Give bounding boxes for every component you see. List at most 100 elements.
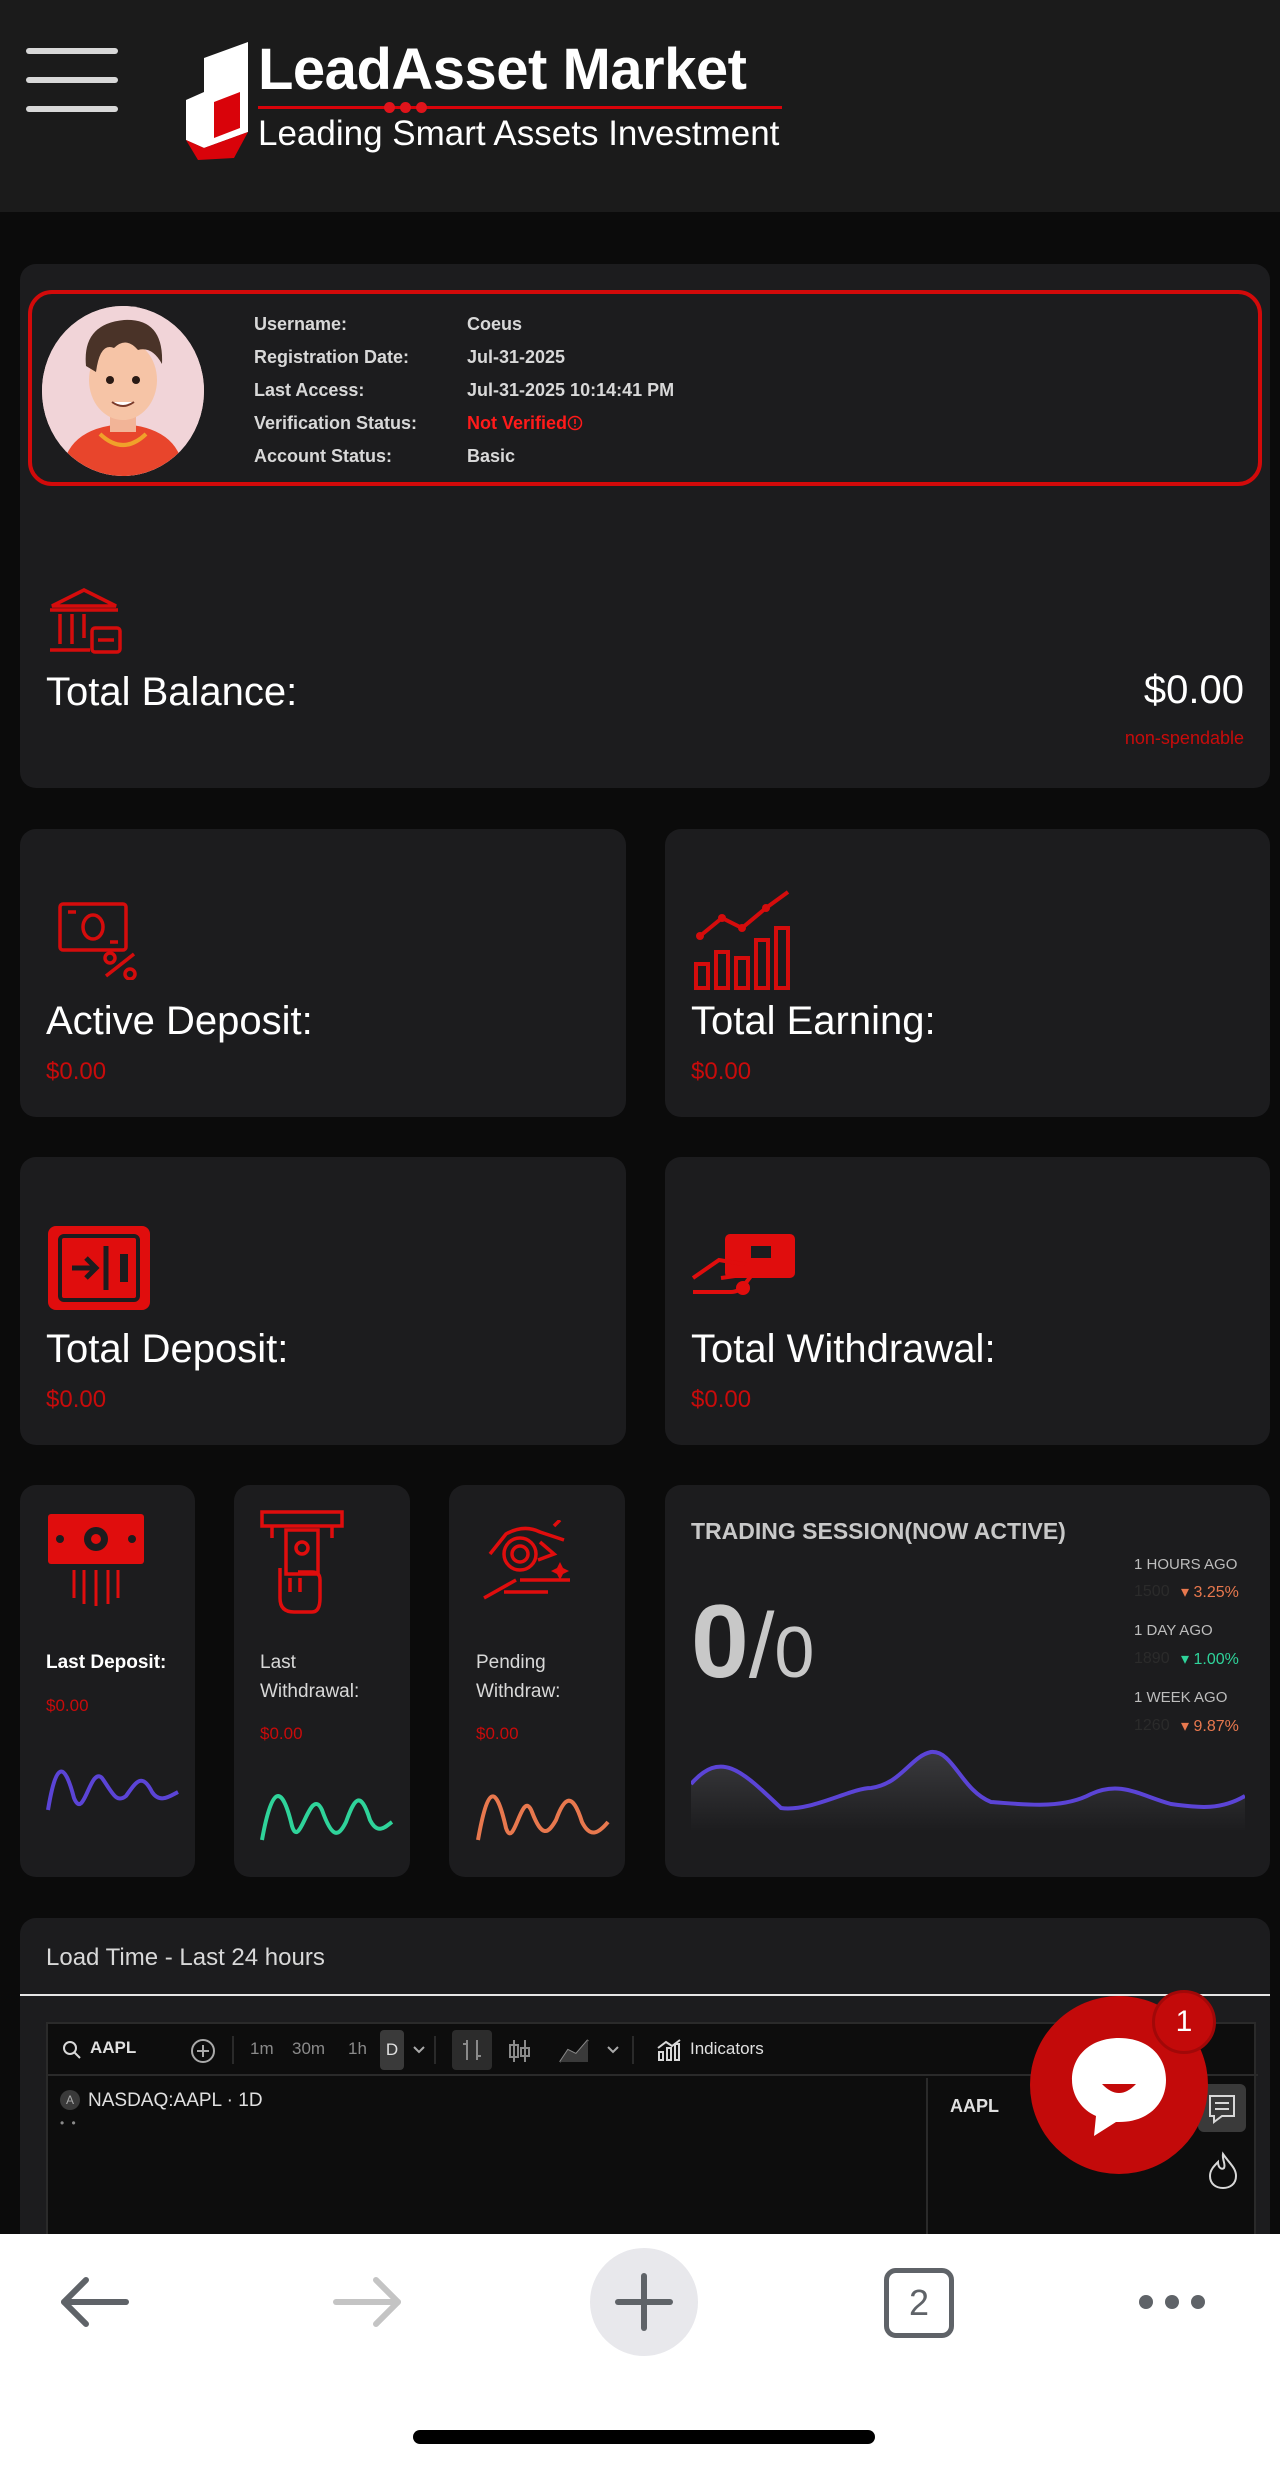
account-status-label: Account Status: <box>254 446 393 466</box>
home-indicator <box>413 2430 875 2444</box>
bars-icon <box>463 2040 481 2060</box>
history-pct-day-value: 1.00% <box>1193 1651 1239 1668</box>
pending-withdraw-label: Pending <box>476 1652 546 1673</box>
chat-notification-badge: 1 <box>1152 1990 1216 2054</box>
last-withdrawal-value: $0.00 <box>260 1724 303 1743</box>
coin-hand-icon <box>483 1520 570 1600</box>
balance-note: non-spendable <box>1124 728 1244 748</box>
username-value: Coeus <box>467 314 523 334</box>
history-label-day: 1 DAY AGO <box>1134 1622 1213 1639</box>
indicators-button[interactable]: Indicators <box>690 2039 764 2059</box>
hamburger-menu-icon[interactable] <box>26 48 118 126</box>
session-count-small: 0 <box>774 1613 815 1693</box>
price-chart-area[interactable]: A NASDAQ:AAPL · 1D • • <box>48 2078 928 2254</box>
candles-icon[interactable] <box>504 2036 534 2066</box>
account-status-value: Basic <box>467 446 516 466</box>
session-count: 0/0 <box>691 1590 814 1694</box>
history-pct-week-value: 9.87% <box>1193 1718 1239 1735</box>
search-icon[interactable] <box>62 2040 82 2060</box>
brand-dot <box>400 102 411 113</box>
last-withdrawal-sparkline <box>260 1794 394 1841</box>
browser-bottom-bar: 2 <box>0 2234 1280 2469</box>
interval-1m[interactable]: 1m <box>250 2039 274 2059</box>
total-balance-label: Total Balance: <box>46 670 298 714</box>
plus-icon <box>615 2273 673 2331</box>
pending-withdraw-value: $0.00 <box>476 1724 519 1743</box>
history-num-week: 1260 <box>1134 1717 1170 1734</box>
verification-status-value: Not Verified <box>467 413 568 433</box>
last-withdrawal-label: Last <box>260 1652 296 1673</box>
symbol-badge: A <box>60 2090 80 2110</box>
last-access-value: Jul-31-2025 10:14:41 PM <box>467 380 675 400</box>
last-deposit-label: Last Deposit: <box>46 1652 167 1673</box>
history-pct-hour: ▾ 3.25% <box>1181 1584 1239 1601</box>
tab-switcher-button[interactable]: 2 <box>884 2268 954 2338</box>
brand-dot <box>416 102 427 113</box>
total-earning-label: Total Earning: <box>691 999 936 1043</box>
total-earning-value: $0.00 <box>691 1058 752 1085</box>
area-chart-icon[interactable] <box>558 2036 592 2066</box>
interval-1h[interactable]: 1h <box>348 2039 367 2059</box>
pending-withdraw-sparkline <box>476 1794 610 1841</box>
deposit-box-icon <box>48 1226 150 1310</box>
add-symbol-icon[interactable] <box>190 2038 216 2064</box>
last-withdrawal-label-2: Withdrawal: <box>260 1681 360 1702</box>
brand-name: LeadAsset Market <box>258 37 747 102</box>
last-deposit-sparkline <box>46 1769 179 1811</box>
more-options-icon[interactable] <box>1136 2290 1208 2314</box>
card-in-hand-icon <box>691 1234 795 1295</box>
registration-date-value: Jul-31-2025 <box>467 347 566 367</box>
active-deposit-value: $0.00 <box>46 1058 107 1085</box>
bar-style-button[interactable] <box>452 2030 492 2070</box>
toolbar-separator <box>434 2036 436 2064</box>
forward-arrow-icon[interactable] <box>330 2274 406 2330</box>
trading-session-title: TRADING SESSION(NOW ACTIVE) <box>691 1518 1066 1544</box>
total-withdrawal-value: $0.00 <box>691 1386 752 1413</box>
brand-dot <box>384 102 395 113</box>
bank-icon <box>50 588 122 654</box>
history-pct-week: ▾ 9.87% <box>1181 1718 1239 1735</box>
back-arrow-icon[interactable] <box>56 2274 132 2330</box>
avatar-illustration <box>42 306 204 476</box>
session-count-big: 0 <box>691 1584 749 1700</box>
history-label-hour: 1 HOURS AGO <box>1134 1556 1238 1573</box>
info-circle-icon[interactable] <box>567 415 583 431</box>
new-tab-button[interactable] <box>590 2248 698 2356</box>
hotlist-fire-icon[interactable] <box>1206 2150 1240 2190</box>
chart-loading-dots: • • <box>60 2116 78 2130</box>
registration-date-label: Registration Date: <box>254 347 410 367</box>
logo-mark-icon <box>186 42 248 160</box>
money-bill-icon <box>48 1514 144 1606</box>
pending-withdraw-label-2: Withdraw: <box>476 1681 561 1702</box>
history-pct-day: ▾ 1.00% <box>1181 1651 1239 1668</box>
history-num-hour: 1500 <box>1134 1583 1170 1600</box>
brand-divider <box>258 106 782 109</box>
trading-area-chart <box>691 1750 1245 1832</box>
total-deposit-value: $0.00 <box>46 1386 107 1413</box>
total-withdrawal-label: Total Withdrawal: <box>691 1327 996 1371</box>
chevron-down-icon[interactable] <box>412 2044 426 2056</box>
toolbar-separator <box>632 2036 634 2064</box>
cash-percent-icon <box>58 902 137 980</box>
history-pct-hour-value: 3.25% <box>1193 1584 1239 1601</box>
toolbar-separator <box>232 2036 234 2064</box>
history-label-week: 1 WEEK AGO <box>1134 1689 1228 1706</box>
verification-status-label: Verification Status: <box>254 413 418 433</box>
session-count-separator: / <box>748 1595 775 1697</box>
brand-tagline: Leading Smart Assets Investment <box>258 114 780 153</box>
atm-withdraw-icon <box>260 1510 344 1614</box>
indicators-icon[interactable] <box>656 2038 682 2062</box>
interval-d[interactable]: D <box>380 2030 404 2070</box>
active-deposit-label: Active Deposit: <box>46 999 313 1043</box>
chart-symbol-title: NASDAQ:AAPL · 1D <box>88 2090 263 2111</box>
chevron-down-icon[interactable] <box>606 2044 620 2056</box>
brand-logo[interactable]: LeadAsset Market Leading Smart Assets In… <box>184 36 804 166</box>
last-access-label: Last Access: <box>254 380 365 400</box>
top-header: LeadAsset Market Leading Smart Assets In… <box>0 0 1280 212</box>
avatar[interactable] <box>42 306 204 476</box>
watchlist-symbol[interactable]: AAPL <box>950 2096 999 2117</box>
last-deposit-value: $0.00 <box>46 1696 89 1715</box>
symbol-search-input[interactable]: AAPL <box>90 2038 136 2058</box>
total-deposit-label: Total Deposit: <box>46 1327 289 1371</box>
interval-30m[interactable]: 30m <box>292 2039 325 2059</box>
